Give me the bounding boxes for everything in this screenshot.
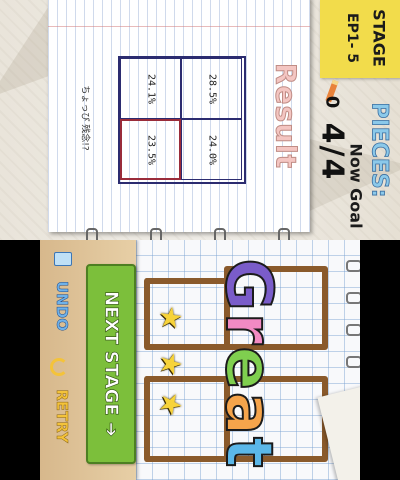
- result-cell: 24.1%: [120, 58, 181, 119]
- notebook-ring: [346, 260, 360, 272]
- star-icon: ★: [152, 388, 190, 420]
- star-icon: ★: [152, 302, 190, 334]
- great-letter: t: [210, 436, 286, 471]
- next-stage-label: NEXT STAGE ➔: [100, 291, 122, 438]
- episode-label: EP1- 5: [344, 13, 360, 63]
- menu-strip: UNDO RETRY NEXT STAGE ➔: [40, 240, 136, 480]
- pencil-count: 0: [321, 95, 343, 109]
- stage-label: STAGE: [369, 9, 389, 67]
- result-cell-percent: 28.5%: [206, 73, 217, 104]
- bottom-screen: ★ ★ ★ Great UNDO RETRY NEXT STAGE ➔: [40, 240, 360, 480]
- great-letter: r: [210, 312, 286, 348]
- undo-label: UNDO: [53, 281, 72, 331]
- notebook-ring: [346, 356, 360, 368]
- great-letter: G: [210, 257, 286, 314]
- undo-button[interactable]: UNDO: [48, 258, 76, 354]
- result-cell-highlighted: 23.5%: [120, 119, 181, 180]
- result-cell: 24.0%: [181, 119, 242, 180]
- notebook-ring: [86, 228, 98, 240]
- great-banner: Great: [210, 257, 286, 471]
- result-cell: 28.5%: [181, 58, 242, 119]
- result-grid: 28.5% 24.1% 24.0% 23.5%: [118, 56, 246, 184]
- notebook-ring: [150, 228, 162, 240]
- top-screen: 28.5% 24.1% 24.0% 23.5% ちょっぴ 残念!? Result…: [0, 0, 400, 240]
- star-icon: ★: [154, 351, 188, 377]
- notebook-ring: [278, 228, 290, 240]
- pieces-count: 4/4: [314, 122, 350, 182]
- next-stage-button[interactable]: NEXT STAGE ➔: [86, 264, 136, 464]
- great-letter: a: [210, 391, 286, 438]
- notebook-ring: [346, 324, 360, 336]
- notebook-margin-line: [48, 26, 310, 27]
- great-letter: e: [210, 345, 286, 392]
- notebook-ring: [346, 292, 360, 304]
- retry-label: RETRY: [53, 389, 72, 443]
- result-cell-percent: 24.0%: [206, 134, 217, 165]
- game-screen: 28.5% 24.1% 24.0% 23.5% ちょっぴ 残念!? Result…: [0, 0, 400, 480]
- result-cell-percent: 24.1%: [145, 73, 156, 104]
- notebook-ring: [214, 228, 226, 240]
- hint-text: ちょっぴ 残念!?: [79, 85, 90, 151]
- result-cell-percent: 23.5%: [145, 134, 156, 165]
- result-title: Result: [269, 62, 303, 170]
- retry-button[interactable]: RETRY: [48, 362, 76, 470]
- pieces-label: PIECES:: [366, 102, 392, 198]
